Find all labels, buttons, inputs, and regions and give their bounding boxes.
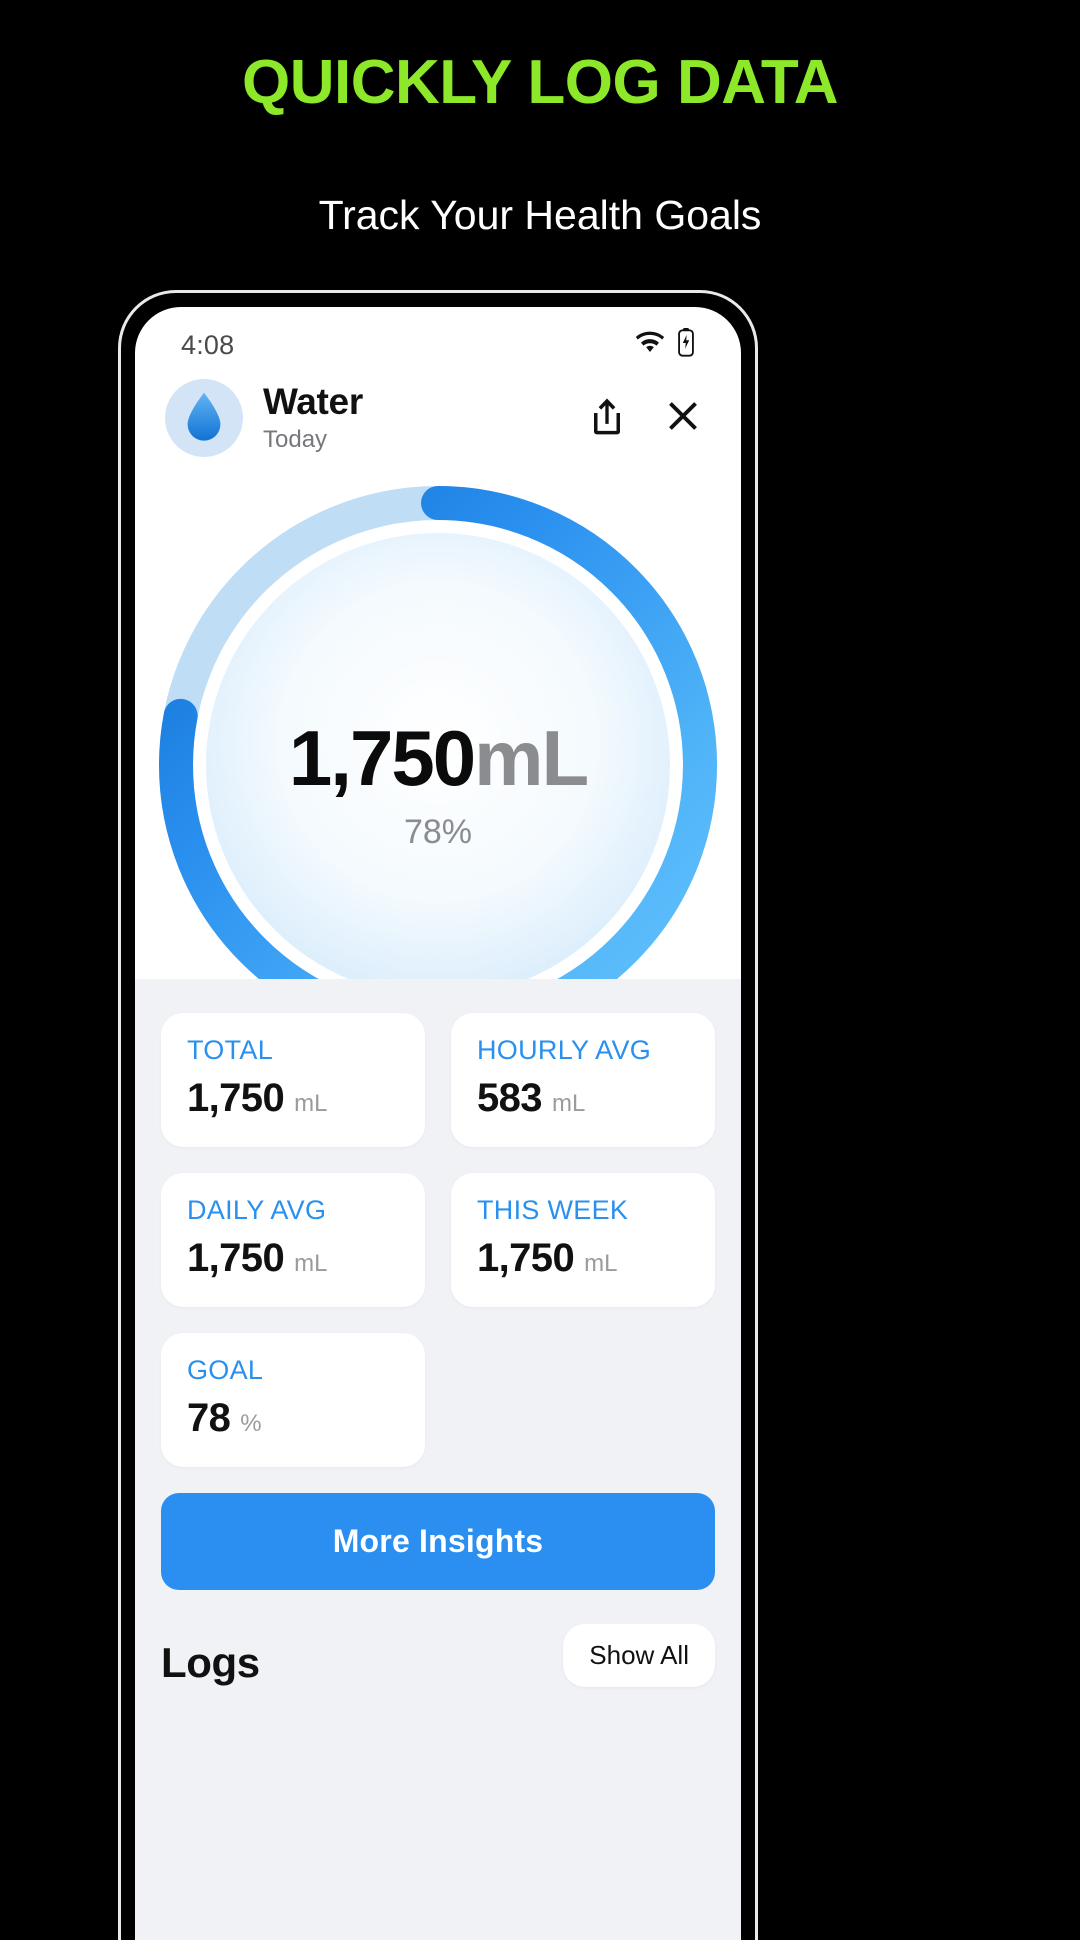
progress-ring-section: 1,750mL 78% [135, 473, 741, 1013]
close-icon [661, 394, 705, 443]
water-drop-icon [183, 390, 225, 447]
close-button[interactable] [655, 390, 711, 446]
stat-card-this-week[interactable]: THIS WEEK 1,750 mL [451, 1173, 715, 1307]
page-subtitle: Today [263, 426, 559, 454]
stat-value: 1,750 [187, 1076, 284, 1121]
battery-charging-icon [677, 328, 695, 363]
stats-row-2: DAILY AVG 1,750 mL THIS WEEK 1,750 mL [161, 1173, 715, 1307]
stat-unit: % [240, 1410, 261, 1438]
stat-unit: mL [584, 1250, 617, 1278]
phone-screen: 4:08 [135, 307, 741, 1940]
stat-value-line: 583 mL [477, 1076, 689, 1121]
show-all-button[interactable]: Show All [563, 1624, 715, 1687]
promo-headline: QUICKLY LOG DATA [0, 48, 1080, 117]
stat-unit: mL [294, 1090, 327, 1118]
stat-unit: mL [294, 1250, 327, 1278]
stat-value: 583 [477, 1076, 542, 1121]
stat-label: DAILY AVG [187, 1195, 399, 1226]
wifi-icon [635, 331, 665, 360]
metric-avatar [165, 379, 243, 457]
stat-value-line: 1,750 mL [187, 1076, 399, 1121]
status-bar-time: 4:08 [181, 330, 234, 361]
stats-row-3: GOAL 78 % [161, 1333, 715, 1467]
stat-label: THIS WEEK [477, 1195, 689, 1226]
stats-sheet: TOTAL 1,750 mL HOURLY AVG 583 mL [135, 979, 741, 1940]
stat-label: HOURLY AVG [477, 1035, 689, 1066]
header-text: Water Today [263, 382, 559, 454]
stat-value: 1,750 [187, 1236, 284, 1281]
stat-card-hourly-avg[interactable]: HOURLY AVG 583 mL [451, 1013, 715, 1147]
logs-section-header: Logs Show All [161, 1624, 715, 1687]
stats-row-1: TOTAL 1,750 mL HOURLY AVG 583 mL [161, 1013, 715, 1147]
stat-label: GOAL [187, 1355, 399, 1386]
stat-value-line: 1,750 mL [187, 1236, 399, 1281]
share-button[interactable] [579, 390, 635, 446]
stat-card-total[interactable]: TOTAL 1,750 mL [161, 1013, 425, 1147]
promo-subheadline: Track Your Health Goals [0, 192, 1080, 239]
stat-value: 78 [187, 1396, 230, 1441]
phone-mockup: 4:08 [118, 290, 758, 1940]
more-insights-button[interactable]: More Insights [161, 1493, 715, 1590]
stat-card-daily-avg[interactable]: DAILY AVG 1,750 mL [161, 1173, 425, 1307]
stat-card-goal[interactable]: GOAL 78 % [161, 1333, 425, 1467]
stat-value-line: 78 % [187, 1396, 399, 1441]
page-title: Water [263, 382, 559, 423]
stat-value: 1,750 [477, 1236, 574, 1281]
stat-label: TOTAL [187, 1035, 399, 1066]
promo-background: QUICKLY LOG DATA Track Your Health Goals… [0, 0, 1080, 1920]
share-icon [587, 394, 627, 443]
status-bar-icons [635, 328, 695, 363]
stat-value-line: 1,750 mL [477, 1236, 689, 1281]
status-bar: 4:08 [135, 307, 741, 373]
stat-unit: mL [552, 1090, 585, 1118]
logs-title: Logs [161, 1639, 260, 1687]
